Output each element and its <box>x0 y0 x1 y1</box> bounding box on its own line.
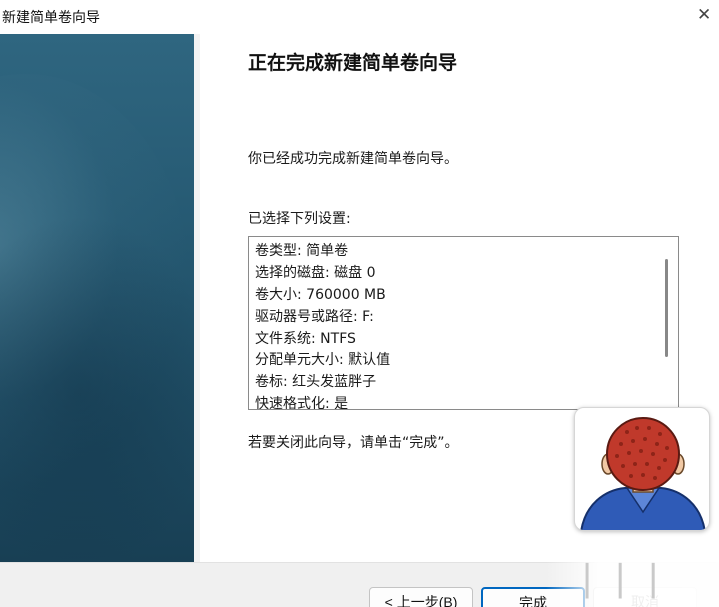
success-message: 你已经成功完成新建简单卷向导。 <box>248 151 458 167</box>
settings-list-box[interactable]: 卷类型: 简单卷 选择的磁盘: 磁盘 0 卷大小: 760000 MB 驱动器号… <box>248 236 679 410</box>
avatar-illustration <box>580 417 706 530</box>
setting-disk: 选择的磁盘: 磁盘 0 <box>255 264 376 281</box>
window-title: 新建简单卷向导 <box>2 10 100 26</box>
wizard-heading: 正在完成新建简单卷向导 <box>248 52 458 74</box>
setting-volume-label: 卷标: 红头发蓝胖子 <box>255 374 377 391</box>
banner-shadow <box>0 214 194 562</box>
avatar <box>574 407 710 531</box>
back-button[interactable]: < 上一步(B) <box>369 587 473 607</box>
settings-list: 卷类型: 简单卷 选择的磁盘: 磁盘 0 卷大小: 760000 MB 驱动器号… <box>255 241 391 410</box>
title-bar: 新建简单卷向导 ✕ <box>0 0 719 34</box>
setting-file-system: 文件系统: NTFS <box>255 330 356 347</box>
close-hint: 若要关闭此向导，请单击“完成”。 <box>248 435 459 451</box>
watermark-stripes-icon: ▏▏▏ <box>586 564 686 599</box>
setting-volume-type: 卷类型: 简单卷 <box>255 243 349 259</box>
banner-divider <box>194 34 200 562</box>
wizard-banner <box>0 34 194 562</box>
setting-drive-letter: 驱动器号或路径: F: <box>255 308 374 325</box>
watermark-overlay: ▏▏▏ <box>546 556 719 607</box>
setting-allocation-unit: 分配单元大小: 默认值 <box>255 352 391 369</box>
setting-volume-size: 卷大小: 760000 MB <box>255 286 386 303</box>
settings-label: 已选择下列设置: <box>248 211 351 227</box>
scrollbar-thumb[interactable] <box>665 259 668 357</box>
setting-quick-format: 快速格式化: 是 <box>255 396 349 410</box>
close-icon[interactable]: ✕ <box>697 5 711 25</box>
